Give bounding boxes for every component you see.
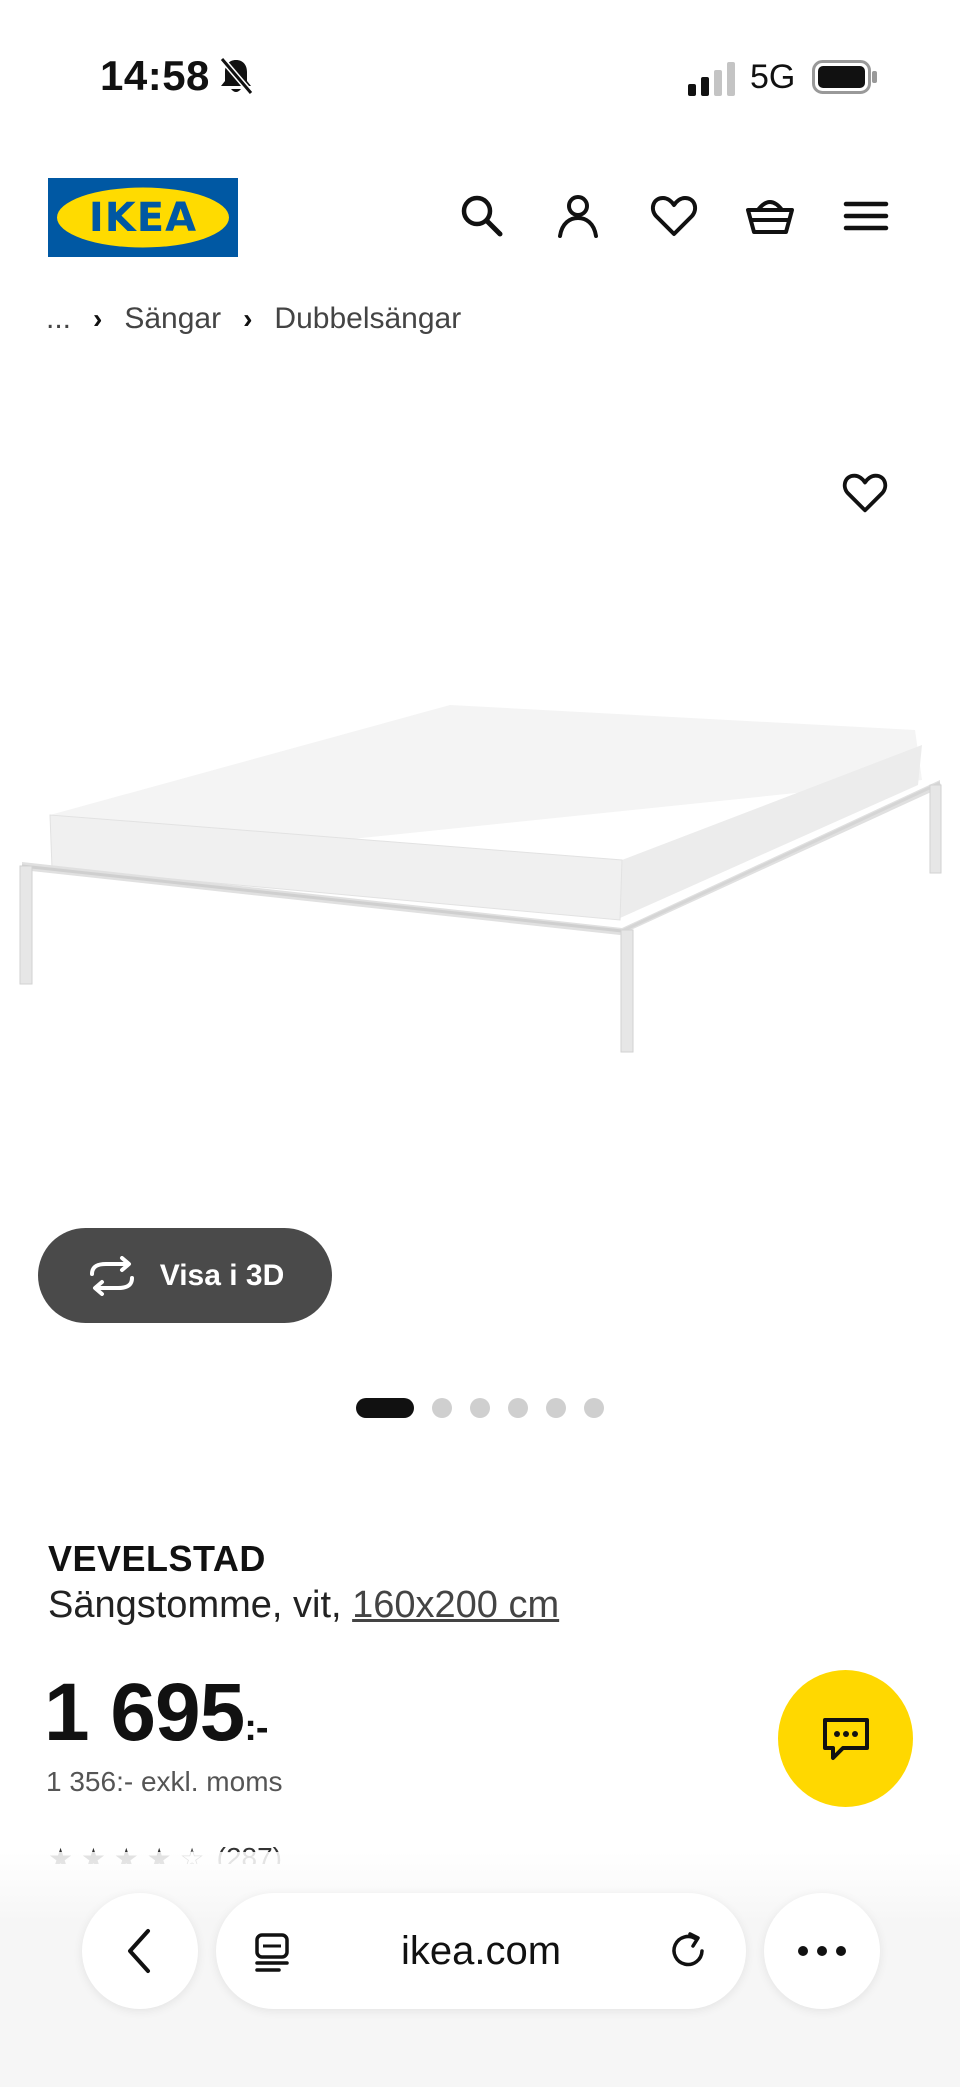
carousel-dot[interactable] xyxy=(432,1398,452,1418)
price-excluding-vat: 1 356:- exkl. moms xyxy=(46,1766,283,1797)
battery-icon xyxy=(812,60,877,94)
carousel-dot-active[interactable] xyxy=(356,1398,414,1418)
favorites-icon[interactable] xyxy=(648,190,700,242)
menu-icon[interactable] xyxy=(840,190,892,242)
bell-off-icon xyxy=(219,57,254,95)
product-name: VEVELSTAD xyxy=(48,1538,266,1579)
reload-icon[interactable] xyxy=(666,1929,710,1973)
product-price: 1 695:- xyxy=(44,1666,269,1760)
more-options-button[interactable] xyxy=(764,1893,880,2009)
product-page: 14:58 5G IKEA ... › Sängar › Dubbelsänga… xyxy=(0,0,960,2087)
svg-text:IKEA: IKEA xyxy=(89,195,197,241)
product-size-link[interactable]: 160x200 cm xyxy=(352,1584,559,1626)
product-description: Sängstomme, vit, 160x200 cm xyxy=(48,1584,559,1627)
carousel-indicator xyxy=(356,1398,604,1418)
product-image[interactable] xyxy=(0,390,960,1230)
add-to-favorites-heart-icon[interactable] xyxy=(840,468,890,518)
price-suffix: :- xyxy=(244,1707,268,1749)
carousel-dot[interactable] xyxy=(470,1398,490,1418)
price-value: 1 695 xyxy=(44,1667,245,1758)
breadcrumb-root[interactable]: ... xyxy=(46,302,71,336)
rotate-3d-icon xyxy=(89,1255,134,1296)
carousel-dot[interactable] xyxy=(546,1398,566,1418)
account-icon[interactable] xyxy=(552,190,604,242)
back-button[interactable] xyxy=(82,1893,198,2009)
chevron-right-icon: › xyxy=(93,303,103,334)
cellular-signal-icon xyxy=(688,62,735,96)
breadcrumb-item-dubbelsangar[interactable]: Dubbelsängar xyxy=(274,302,461,336)
view-in-3d-label: Visa i 3D xyxy=(159,1258,285,1292)
carousel-dot[interactable] xyxy=(584,1398,604,1418)
status-time: 14:58 xyxy=(100,52,210,99)
chat-button[interactable] xyxy=(778,1670,913,1807)
breadcrumb: ... › Sängar › Dubbelsängar xyxy=(46,302,461,336)
view-in-3d-button[interactable]: Visa i 3D xyxy=(38,1228,332,1323)
product-description-text: Sängstomme, vit, xyxy=(48,1584,353,1626)
shopping-basket-icon[interactable] xyxy=(744,190,796,242)
ikea-logo[interactable]: IKEA xyxy=(48,178,238,257)
chevron-left-icon xyxy=(128,1929,150,1973)
chevron-right-icon: › xyxy=(243,303,253,334)
address-bar[interactable]: ikea.com xyxy=(216,1893,746,2009)
carousel-dot[interactable] xyxy=(508,1398,528,1418)
network-type: 5G xyxy=(750,58,796,96)
breadcrumb-item-sangar[interactable]: Sängar xyxy=(124,302,221,336)
more-horizontal-icon xyxy=(798,1946,846,1956)
search-icon[interactable] xyxy=(456,190,508,242)
chat-icon xyxy=(822,1717,869,1760)
